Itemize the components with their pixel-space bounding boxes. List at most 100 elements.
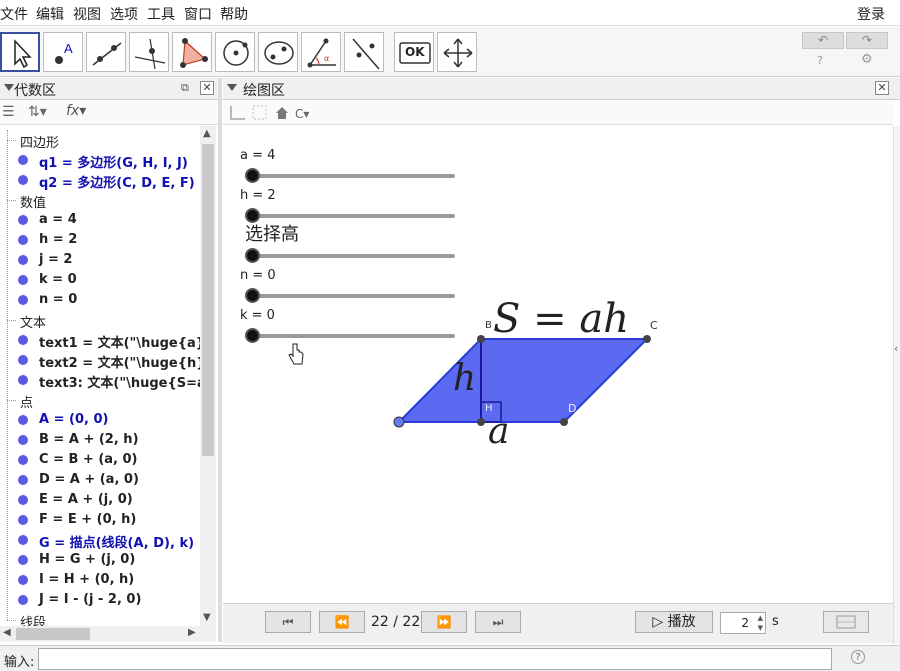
item-label: E = A + (j, 0)	[39, 492, 133, 507]
help-icon[interactable]: ?	[817, 54, 823, 67]
point-D[interactable]	[560, 418, 568, 426]
point-B[interactable]	[477, 335, 485, 343]
move-tool-button[interactable]	[0, 32, 40, 72]
menu-edit[interactable]: 编辑	[36, 4, 64, 24]
algebra-hscroll-thumb[interactable]	[16, 628, 90, 640]
algebra-style-bar: ☰ ⇅▾ fx▾	[0, 101, 218, 125]
svg-text:α: α	[324, 54, 329, 63]
first-step-button[interactable]: ⏮	[265, 611, 311, 633]
item-label: n = 0	[39, 292, 78, 307]
close-icon[interactable]: ✕	[875, 81, 889, 95]
tree-branch-line	[7, 400, 16, 401]
tree-branch-line	[7, 620, 16, 621]
visibility-toggle-icon[interactable]	[18, 155, 28, 165]
command-input[interactable]	[38, 648, 832, 670]
step-counter: 22 / 22	[371, 614, 421, 630]
scroll-right-icon[interactable]: ▶	[188, 627, 196, 638]
visibility-toggle-icon[interactable]	[18, 175, 28, 185]
menu-window[interactable]: 窗口	[184, 4, 212, 24]
step-mode-button[interactable]	[823, 611, 869, 633]
angle-tool-button[interactable]: α	[301, 32, 341, 72]
tree-branch-line	[7, 320, 16, 321]
undo-button[interactable]: ↶	[802, 32, 844, 49]
redo-button[interactable]: ↷	[846, 32, 888, 49]
line-tool-button[interactable]	[86, 32, 126, 72]
collapse-triangle-icon[interactable]	[4, 84, 14, 91]
point-C[interactable]	[643, 335, 651, 343]
visibility-toggle-icon[interactable]	[18, 215, 28, 225]
speed-stepper[interactable]: 2 ▲ ▼	[720, 612, 766, 634]
polygon-tool-button[interactable]	[172, 32, 212, 72]
graphics-canvas[interactable]: a = 4 h = 2 选择高 n = 0 k = 0 G D H B C S …	[223, 126, 893, 602]
visibility-toggle-icon[interactable]	[18, 555, 28, 565]
login-link[interactable]: 登录	[857, 4, 885, 24]
reflect-line-icon	[352, 38, 380, 70]
scroll-left-icon[interactable]: ◀	[3, 627, 11, 638]
item-label: A = (0, 0)	[39, 412, 109, 427]
menu-file[interactable]: 文件	[0, 4, 28, 24]
menu-tools[interactable]: 工具	[147, 4, 175, 24]
button-tool-button[interactable]: OK	[394, 32, 434, 72]
svg-text:C▾: C▾	[295, 107, 309, 121]
point-C-label: C	[650, 319, 658, 332]
undock-icon[interactable]: ⧉	[181, 81, 189, 95]
algebra-scroll-thumb[interactable]	[202, 144, 214, 456]
visibility-toggle-icon[interactable]	[18, 435, 28, 445]
chevron-left-icon[interactable]: ‹	[894, 342, 898, 355]
scroll-up-icon[interactable]: ▲	[203, 128, 211, 139]
menu-view[interactable]: 视图	[73, 4, 101, 24]
visibility-toggle-icon[interactable]	[18, 295, 28, 305]
next-step-button[interactable]: ⏩	[421, 611, 467, 633]
visibility-toggle-icon[interactable]	[18, 495, 28, 505]
sort-order-icon[interactable]: ⇅▾	[28, 104, 47, 120]
speed-value: 2	[741, 616, 749, 630]
perpendicular-line-icon	[134, 38, 166, 70]
visibility-toggle-icon[interactable]	[18, 335, 28, 345]
input-help-icon[interactable]: ?	[851, 650, 865, 664]
collapse-triangle-icon[interactable]	[227, 84, 237, 91]
animation-bar: ⏮ ⏪ 22 / 22 ⏩ ⏭ ▷ 播放 2 ▲ ▼ s	[223, 603, 893, 643]
close-icon[interactable]: ✕	[200, 81, 214, 95]
visibility-toggle-icon[interactable]	[18, 535, 28, 545]
conic-tool-button[interactable]	[258, 32, 298, 72]
visibility-toggle-icon[interactable]	[18, 355, 28, 365]
visibility-toggle-icon[interactable]	[18, 475, 28, 485]
item-label: B = A + (2, h)	[39, 432, 139, 447]
gear-icon[interactable]: ⚙	[861, 52, 873, 67]
parallelogram-q2[interactable]	[396, 338, 650, 423]
item-label: H = G + (j, 0)	[39, 552, 136, 567]
visibility-toggle-icon[interactable]	[18, 275, 28, 285]
menu-options[interactable]: 选项	[110, 4, 138, 24]
pane-divider[interactable]	[218, 78, 222, 642]
point-tool-button[interactable]: A	[43, 32, 83, 72]
visibility-toggle-icon[interactable]	[18, 255, 28, 265]
visibility-toggle-icon[interactable]	[18, 235, 28, 245]
svg-text:A: A	[64, 41, 73, 56]
menu-help[interactable]: 帮助	[220, 4, 248, 24]
sort-lines-icon[interactable]: ☰	[2, 104, 15, 120]
item-label: C = B + (a, 0)	[39, 452, 138, 467]
last-step-button[interactable]: ⏭	[475, 611, 521, 633]
play-button[interactable]: ▷ 播放	[635, 611, 713, 633]
circle-tool-button[interactable]	[215, 32, 255, 72]
visibility-toggle-icon[interactable]	[18, 455, 28, 465]
visibility-toggle-icon[interactable]	[18, 515, 28, 525]
graphics-style-icons: C▾	[230, 105, 309, 121]
visibility-toggle-icon[interactable]	[18, 375, 28, 385]
perpendicular-tool-button[interactable]	[129, 32, 169, 72]
tree-branch-line	[7, 200, 16, 201]
move-view-tool-button[interactable]	[437, 32, 477, 72]
previous-step-button[interactable]: ⏪	[319, 611, 365, 633]
stepper-arrows-icon[interactable]: ▲ ▼	[758, 613, 763, 633]
algebra-title-bar: 代数区 ⧉ ✕	[0, 78, 218, 100]
point-H[interactable]	[477, 418, 485, 426]
scroll-down-icon[interactable]: ▼	[203, 612, 211, 623]
visibility-toggle-icon[interactable]	[18, 415, 28, 425]
fx-menu[interactable]: fx▾	[66, 103, 86, 119]
reflect-tool-button[interactable]	[344, 32, 384, 72]
visibility-toggle-icon[interactable]	[18, 595, 28, 605]
category-label: 点	[20, 396, 34, 411]
point-A[interactable]	[393, 416, 405, 428]
visibility-toggle-icon[interactable]	[18, 575, 28, 585]
sidebar-toggle[interactable]: ‹	[893, 126, 900, 644]
